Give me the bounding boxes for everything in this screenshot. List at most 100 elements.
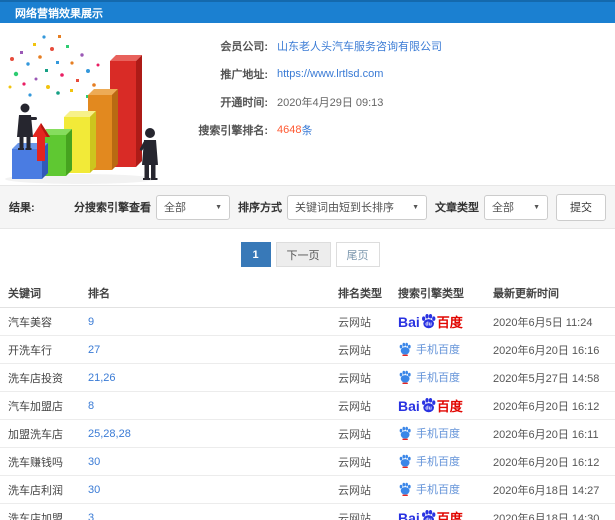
- article-type-select[interactable]: 全部 ▼: [484, 194, 548, 220]
- page-1-button[interactable]: 1: [240, 242, 271, 267]
- table-body: 汽车美容 9 云网站 Bai du 百度 2020年6月5日 11:24 开洗车行 27 云网…: [0, 307, 615, 520]
- chevron-down-icon: ▼: [215, 203, 222, 211]
- engine-cell: 手机百度: [398, 363, 493, 392]
- svg-text:du: du: [425, 322, 431, 328]
- mobile-baidu-label: 手机百度: [416, 371, 460, 384]
- keyword-cell: 洗车赚钱吗: [0, 447, 88, 476]
- rank-link[interactable]: 9: [88, 316, 94, 328]
- baidu-logo-bai-text: Bai: [398, 313, 420, 330]
- baidu-mobile-logo: 手机百度: [398, 341, 460, 357]
- updated-cell: 2020年6月5日 11:24: [493, 307, 615, 336]
- info-row-open-time: 开通时间: 2020年4月29日 09:13: [188, 95, 615, 109]
- rank-type-cell: 云网站: [338, 475, 398, 504]
- updated-cell: 2020年6月20日 16:11: [493, 419, 615, 448]
- filter-controls: 分搜索引擎查看 全部 ▼ 排序方式 关键词由短到长排序 ▼ 文章类型 全部 ▼ …: [66, 193, 606, 221]
- table-row: 汽车美容 9 云网站 Bai du 百度 2020年6月5日 11:24: [0, 307, 615, 336]
- baidu-paw-icon: du: [421, 509, 436, 520]
- info-section: 会员公司: 山东老人头汽车服务咨询有限公司 推广地址: https://www.…: [0, 23, 615, 185]
- rank-cell: 8: [88, 391, 338, 420]
- info-row-company: 会员公司: 山东老人头汽车服务咨询有限公司: [188, 39, 615, 53]
- next-page-button[interactable]: 下一页: [275, 242, 331, 267]
- engine-filter-value: 全部: [164, 202, 186, 214]
- engine-filter-label: 分搜索引擎查看: [74, 202, 151, 214]
- 3d-bar-chart-illustration-graphic: [5, 35, 158, 184]
- table-row: 开洗车行 27 云网站 手机百度 2020年6月20日 16:16: [0, 335, 615, 364]
- keyword-cell: 洗车店利润: [0, 475, 88, 504]
- updated-cell: 2020年6月18日 14:30: [493, 503, 615, 520]
- rank-cell: 25,28,28: [88, 419, 338, 448]
- rank-cell: 27: [88, 335, 338, 364]
- baidu-mobile-logo: 手机百度: [398, 369, 460, 385]
- baidu-pc-logo: Bai du 百度: [398, 508, 463, 520]
- col-engine-type: 搜索引擎类型: [398, 279, 493, 308]
- pagination: 1 下一页 尾页: [0, 229, 615, 279]
- rank-cell: 30: [88, 475, 338, 504]
- table-row: 洗车店加盟3 云网站Bai du 百度 2020年6月18日 14:30: [0, 503, 615, 520]
- page-title: 网络营销效果展示: [15, 7, 103, 20]
- result-label: 结果:: [9, 202, 35, 214]
- open-time-value: 2020年4月29日 09:13: [277, 97, 384, 109]
- rank-link[interactable]: 30: [88, 456, 100, 468]
- rank-link[interactable]: 21,26: [88, 372, 116, 384]
- baidu-paw-icon: [399, 370, 411, 384]
- keyword-cell: 洗车店加盟: [0, 503, 88, 520]
- rank-cell: 21,26: [88, 363, 338, 392]
- baidu-paw-icon: [399, 482, 411, 496]
- promo-url-label: 推广地址:: [220, 69, 268, 81]
- article-type-value: 全部: [492, 202, 514, 214]
- updated-cell: 2020年6月20日 16:12: [493, 447, 615, 476]
- baidu-pc-logo: Bai du 百度: [398, 396, 463, 415]
- svg-text:du: du: [425, 406, 431, 412]
- rank-link[interactable]: 8: [88, 400, 94, 412]
- table-row: 加盟洗车店 25,28,28 云网站 手机百度 2020年6月20日 16:11: [0, 419, 615, 448]
- promo-url-link[interactable]: https://www.lrtlsd.com: [277, 68, 383, 80]
- rank-link[interactable]: 27: [88, 344, 100, 356]
- rank-count-value: 4648: [277, 124, 302, 136]
- baidu-paw-icon: [399, 454, 411, 468]
- baidu-mobile-logo: 手机百度: [398, 481, 460, 497]
- confetti-dots: [8, 35, 106, 98]
- table-row: 洗车店利润 30 云网站 手机百度 2020年6月18日 14:27: [0, 475, 615, 504]
- last-page-button[interactable]: 尾页: [335, 242, 380, 267]
- baidu-logo-cn-text: 百度: [436, 399, 463, 414]
- app-header: 网络营销效果展示: [0, 0, 615, 23]
- baidu-paw-icon: [399, 342, 411, 356]
- mobile-baidu-label: 手机百度: [416, 483, 460, 496]
- engine-cell: 手机百度: [398, 475, 493, 504]
- rank-link[interactable]: 30: [88, 484, 100, 496]
- table-row: 汽车加盟店 8 云网站 Bai du 百度 2020年6月20日 16:12: [0, 391, 615, 420]
- engine-cell: 手机百度: [398, 335, 493, 364]
- info-row-url: 推广地址: https://www.lrtlsd.com: [188, 67, 615, 81]
- rank-type-cell: 云网站: [338, 419, 398, 448]
- baidu-logo-bai-text: Bai: [398, 509, 420, 520]
- baidu-logo-cn-text: 百度: [436, 511, 463, 520]
- engine-cell: 手机百度: [398, 447, 493, 476]
- col-keyword: 关键词: [0, 279, 88, 308]
- sort-value: 关键词由短到长排序: [295, 202, 394, 214]
- sort-label: 排序方式: [238, 202, 282, 214]
- baidu-mobile-logo: 手机百度: [398, 453, 460, 469]
- keyword-cell: 开洗车行: [0, 335, 88, 364]
- rank-link[interactable]: 25,28,28: [88, 428, 131, 440]
- sort-select[interactable]: 关键词由短到长排序 ▼: [287, 194, 427, 220]
- growth-bar-chart-illustration: [0, 29, 188, 185]
- engine-cell: Bai du 百度: [398, 391, 493, 420]
- mobile-baidu-label: 手机百度: [416, 427, 460, 440]
- updated-cell: 2020年6月20日 16:12: [493, 391, 615, 420]
- table-header: 关键词 排名 排名类型 搜索引擎类型 最新更新时间: [0, 279, 615, 308]
- engine-filter-select[interactable]: 全部 ▼: [156, 194, 230, 220]
- col-rank: 排名: [88, 279, 338, 308]
- company-name-link[interactable]: 山东老人头汽车服务咨询有限公司: [277, 38, 442, 54]
- engine-cell: Bai du 百度: [398, 503, 493, 520]
- rank-type-cell: 云网站: [338, 363, 398, 392]
- rank-count-unit: 条: [301, 125, 313, 137]
- member-info-panel: 会员公司: 山东老人头汽车服务咨询有限公司 推广地址: https://www.…: [188, 29, 615, 185]
- rank-type-cell: 云网站: [338, 447, 398, 476]
- table-row: 洗车店投资 21,26 云网站 手机百度 2020年5月27日 14:58: [0, 363, 615, 392]
- baidu-mobile-logo: 手机百度: [398, 425, 460, 441]
- keyword-cell: 汽车美容: [0, 307, 88, 336]
- company-label: 会员公司:: [220, 41, 268, 53]
- mobile-baidu-label: 手机百度: [416, 455, 460, 468]
- submit-button[interactable]: 提交: [556, 193, 606, 221]
- rank-link[interactable]: 3: [88, 512, 94, 520]
